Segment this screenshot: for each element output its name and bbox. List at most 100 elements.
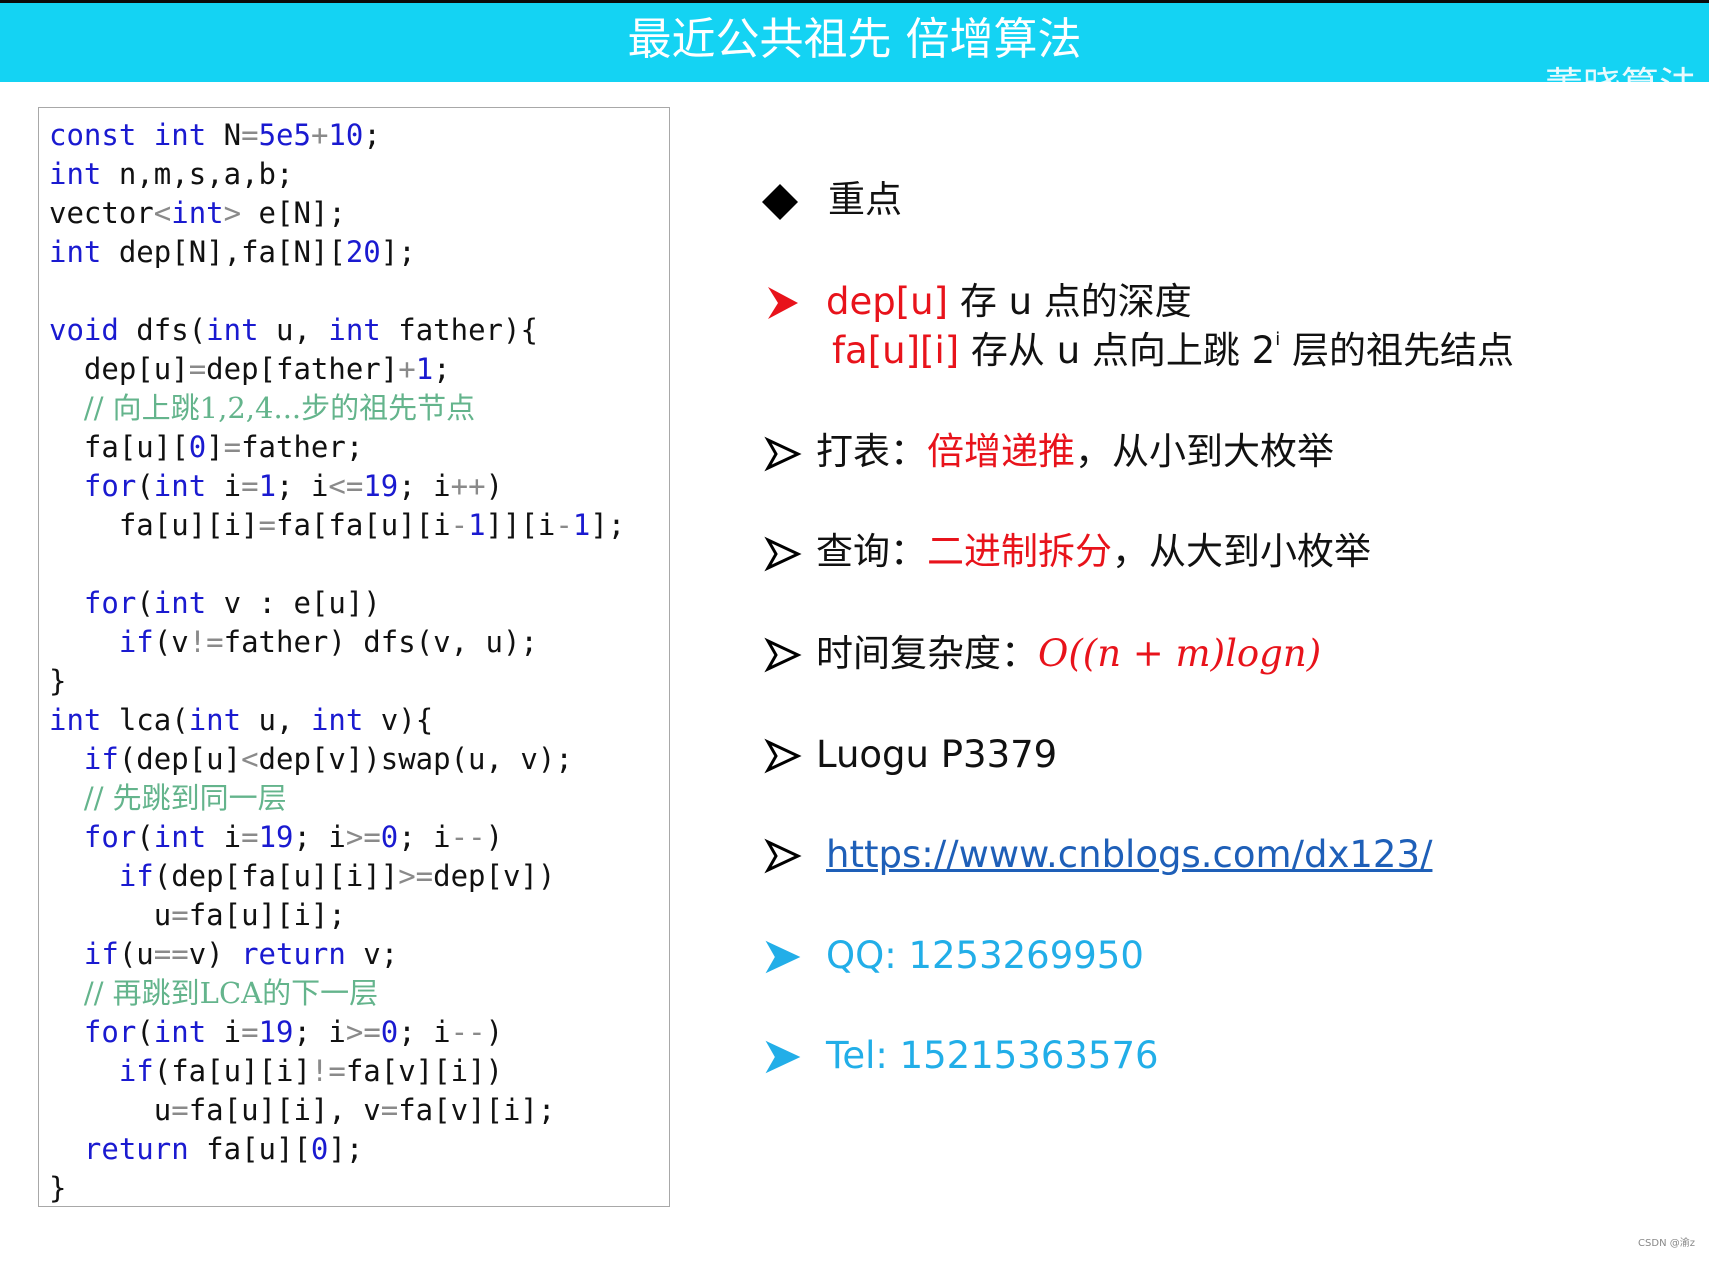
code-token: 0 <box>310 1132 329 1166</box>
code-token: dep[v]) <box>433 859 556 893</box>
code-token: fa[u][ <box>49 430 189 464</box>
code-line: void dfs(int u, int father){ <box>49 311 538 350</box>
code-token: ] <box>206 430 224 464</box>
code-token: // 向上跳1,2,4...步的祖先节点 <box>83 391 476 425</box>
code-line: } <box>49 662 66 701</box>
arrow-bullet-icon <box>764 838 802 874</box>
code-token: ( <box>136 469 154 503</box>
code-token: int <box>49 235 102 269</box>
code-token: (dep[u] <box>118 742 242 776</box>
code-token: dep[N],fa[N][ <box>101 235 346 269</box>
table-rest: ，从小到大枚举 <box>1075 430 1334 473</box>
code-line: int n,m,s,a,b; <box>49 155 293 194</box>
fa-desc-pre: 存从 u 点向上跳 2 <box>959 329 1276 372</box>
arrow-bullet-icon <box>765 1040 801 1074</box>
query-label: 查询： <box>816 530 927 573</box>
code-token: ; i <box>293 820 346 854</box>
code-token: - <box>555 508 573 542</box>
complexity-label: 时间复杂度： <box>816 632 1038 675</box>
fa-definition: fa[u][i] 存从 u 点向上跳 2i 层的祖先结点 <box>832 327 1514 375</box>
code-line: u=fa[u][i]; <box>49 896 346 935</box>
code-token: 0 <box>188 430 207 464</box>
code-token: ( <box>136 820 154 854</box>
code-token: ; i <box>276 469 329 503</box>
dep-desc: 存 u 点的深度 <box>948 280 1192 323</box>
arrow-bullet-icon <box>764 637 802 673</box>
code-token: v){ <box>363 703 434 737</box>
code-token: ++ <box>450 469 486 503</box>
key-points-heading: 重点 <box>828 178 902 221</box>
code-token: >= <box>398 859 434 893</box>
code-token: < <box>241 742 259 776</box>
code-token: 1 <box>415 352 434 386</box>
code-token: u <box>49 898 172 932</box>
code-token: (dep[fa[u][i]] <box>153 859 399 893</box>
code-token: (fa[u][i] <box>153 1054 311 1088</box>
table-note: 打表：倍增递推，从小到大枚举 <box>816 428 1334 476</box>
code-token: int <box>328 313 381 347</box>
code-line: const int N=5e5+10; <box>49 116 381 155</box>
code-line: int dep[N],fa[N][20]; <box>49 233 416 272</box>
code-line: fa[u][i]=fa[fa[u][i-1]][i-1]; <box>49 506 625 545</box>
code-token: -- <box>450 820 486 854</box>
code-token: dep[v])swap(u, v); <box>258 742 573 776</box>
blog-link[interactable]: https://www.cnblogs.com/dx123/ <box>826 831 1432 879</box>
fa-desc-post: 层的祖先结点 <box>1280 329 1514 372</box>
code-token: fa[u][i], v <box>188 1093 381 1127</box>
code-token: v) <box>188 937 242 971</box>
complexity-formula: O((n + m)logn) <box>1038 632 1322 675</box>
code-token: v; <box>345 937 399 971</box>
code-token: u, <box>241 703 311 737</box>
code-token: int <box>206 313 259 347</box>
code-token: ( <box>136 586 154 620</box>
arrow-bullet-icon <box>765 940 801 974</box>
code-token: = <box>241 469 259 503</box>
code-token: fa[v][i]; <box>398 1093 556 1127</box>
code-token: father; <box>241 430 364 464</box>
code-token: 19 <box>258 1015 294 1049</box>
diamond-bullet-icon <box>762 184 798 220</box>
code-token: >= <box>345 1015 381 1049</box>
code-token: return <box>83 1132 189 1166</box>
code-token: = <box>241 820 259 854</box>
code-token: father){ <box>380 313 538 347</box>
arrow-bullet-icon <box>768 287 798 319</box>
code-line: for(int i=1; i<=19; i++) <box>49 467 503 506</box>
code-token: } <box>49 664 67 698</box>
code-token: 10 <box>328 118 364 152</box>
code-token: fa[v][i]) <box>345 1054 503 1088</box>
code-line: return fa[u][0]; <box>49 1130 363 1169</box>
code-token: + <box>310 118 329 152</box>
code-token: int <box>153 820 207 854</box>
brand-logo-text: 董晓算法 <box>1544 64 1697 87</box>
code-token: 19 <box>363 469 399 503</box>
code-token: for <box>83 1015 137 1049</box>
code-token: ) <box>485 820 504 854</box>
code-line: // 先跳到同一层 <box>49 779 287 818</box>
code-token: != <box>310 1054 346 1088</box>
code-token: int <box>153 1015 207 1049</box>
slide-title: 最近公共祖先 倍增算法 <box>627 14 1082 65</box>
code-token: u, <box>258 313 329 347</box>
title-bar: 最近公共祖先 倍增算法 董晓算法 <box>0 0 1709 87</box>
code-token: n,m,s,a,b; <box>101 157 294 191</box>
code-token: e[N]; <box>241 196 346 230</box>
code-token: 1 <box>572 508 591 542</box>
code-token: // 先跳到同一层 <box>83 781 287 815</box>
code-line: // 向上跳1,2,4...步的祖先节点 <box>49 389 475 428</box>
code-token: 20 <box>345 235 381 269</box>
code-token: >= <box>345 820 381 854</box>
code-token: = <box>188 352 207 386</box>
code-token: (v <box>153 625 189 659</box>
code-token: 1 <box>258 469 277 503</box>
code-line: // 再跳到LCA的下一层 <box>49 974 378 1013</box>
code-token: ]; <box>590 508 626 542</box>
